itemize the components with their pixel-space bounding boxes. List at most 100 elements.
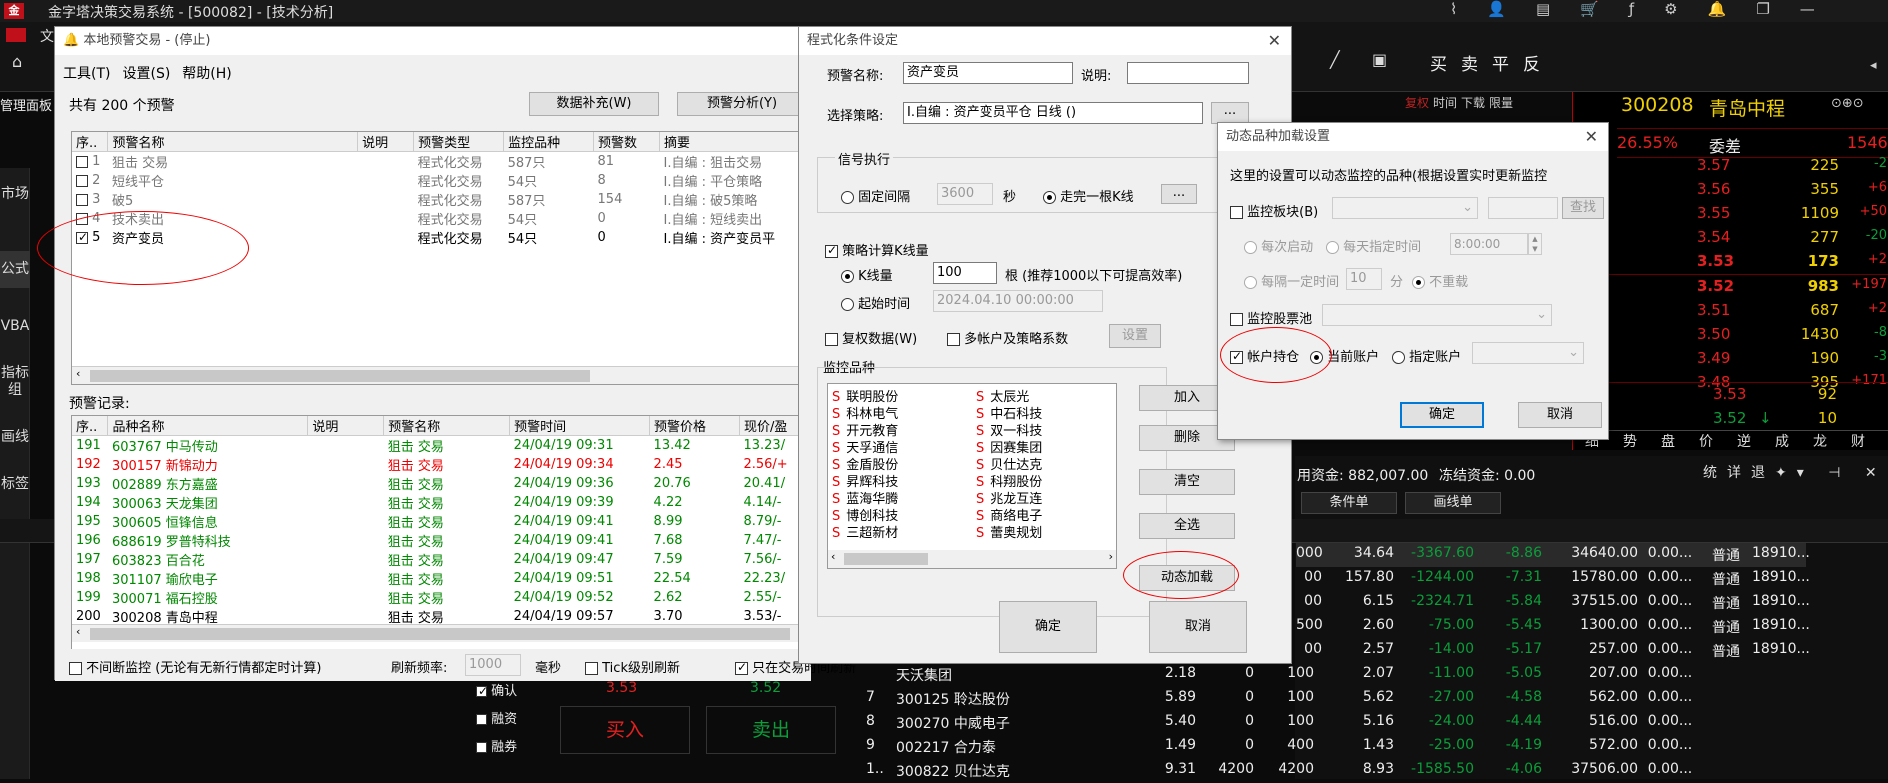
rz-check[interactable]: 融资: [476, 708, 517, 727]
desc-input[interactable]: [1127, 62, 1249, 84]
tab-download[interactable]: 下载: [1461, 96, 1485, 110]
strategy-input[interactable]: I.自编 : 资产变员平仓 日线 (): [903, 102, 1203, 124]
alert-col-header[interactable]: 预警名称: [107, 132, 359, 152]
select-all-button[interactable]: 全选: [1139, 513, 1235, 539]
confirm-check[interactable]: 确认: [476, 680, 517, 699]
record-col-header[interactable]: 品种名称: [107, 416, 309, 436]
pool-check[interactable]: 监控股票池: [1230, 308, 1312, 327]
clear-button[interactable]: 清空: [1139, 469, 1235, 495]
stock-item[interactable]: S 双一科技: [976, 420, 1042, 439]
stock-item[interactable]: S 贝仕达克: [976, 454, 1042, 473]
tab-fuquan[interactable]: 复权: [1405, 96, 1429, 110]
fq-check[interactable]: 复权数据(W): [825, 328, 917, 347]
close-icon[interactable]: ✕: [1268, 31, 1281, 50]
record-col-header[interactable]: 预警价格: [649, 416, 740, 436]
record-row[interactable]: 198 301107 瑜欣电子 狙击 交易 24/04/19 09:51 22.54 22…: [72, 569, 812, 588]
quote-level[interactable]: 3.52 983 +197: [1573, 275, 1888, 299]
sidebar-item-tags[interactable]: 标签: [0, 476, 30, 493]
stock-item[interactable]: S 三超新材: [832, 522, 898, 541]
data-fill-button[interactable]: 数据补充(W): [529, 92, 659, 116]
stock-item[interactable]: S 蕾奥规划: [976, 522, 1042, 541]
dyn-ok-button[interactable]: 确定: [1400, 402, 1484, 428]
stock-item[interactable]: S 中石科技: [976, 403, 1042, 422]
stock-item[interactable]: S 联明股份: [832, 386, 898, 405]
record-row[interactable]: 197 603823 百合花 狙击 交易 24/04/19 09:47 7.59 7.56…: [72, 550, 812, 569]
record-row[interactable]: 193 002889 东方嘉盛 狙击 交易 24/04/19 09:36 20.76 20…: [72, 474, 812, 493]
alert-row-check[interactable]: 3: [72, 190, 108, 209]
menu-tools[interactable]: 工具(T): [63, 66, 110, 82]
cart-icon[interactable]: 🛒: [1580, 0, 1599, 18]
sidebar-item-vba[interactable]: VBA: [0, 318, 30, 335]
interval-radio[interactable]: 每隔一定时间: [1244, 271, 1339, 290]
home-icon[interactable]: ⌂: [12, 52, 22, 71]
kcount-input[interactable]: 100: [933, 262, 997, 284]
start-time-input[interactable]: 2024.04.10 00:00:00: [933, 290, 1103, 312]
alert-row[interactable]: 2 短线平仓 程式化交易 54只 8 I.自编 : 平仓策略: [72, 171, 812, 190]
alert-col-header[interactable]: 预警数: [593, 132, 660, 152]
cancel-button[interactable]: 取消: [1149, 601, 1247, 653]
record-row[interactable]: 199 300071 福石控股 狙击 交易 24/04/19 09:52 2.62 2.5…: [72, 588, 812, 607]
account-select[interactable]: ⌄: [1472, 342, 1584, 364]
stock-item[interactable]: S 科翔股份: [976, 471, 1042, 490]
alert-row[interactable]: 3 破5 程式化交易 587只 154 I.自编 : 破5策略: [72, 190, 812, 209]
record-row[interactable]: 191 603767 中马传动 狙击 交易 24/04/19 09:31 13.42 13…: [72, 436, 812, 455]
sidebar-item-formula[interactable]: 公式: [0, 251, 30, 288]
record-row[interactable]: 195 300605 恒锋信息 狙击 交易 24/04/19 09:41 8.99 8.7…: [72, 512, 812, 531]
tool-close[interactable]: 平: [1492, 55, 1523, 75]
tab-condition-order[interactable]: 条件单: [1301, 492, 1397, 514]
stock-item[interactable]: S 太辰光: [976, 386, 1042, 405]
ok-button[interactable]: 确定: [999, 601, 1097, 653]
alert-hscroll[interactable]: ‹: [72, 366, 812, 384]
signal-more-button[interactable]: ...: [1161, 184, 1197, 204]
tool-reverse[interactable]: 反: [1523, 55, 1554, 75]
interval-input[interactable]: 3600: [937, 183, 993, 205]
menu-settings[interactable]: 设置(S): [122, 66, 170, 82]
stock-item[interactable]: S 开元教育: [832, 420, 898, 439]
bell-icon[interactable]: 🔔: [1708, 0, 1727, 18]
alert-col-header[interactable]: 说明: [357, 132, 415, 152]
kcount-radio[interactable]: K线量: [841, 265, 893, 284]
quote-level[interactable]: 3.51 687 +2: [1573, 299, 1888, 323]
close-icon[interactable]: ✕: [1585, 127, 1598, 146]
minimize-icon[interactable]: —: [1800, 0, 1815, 18]
quote-bottom-tab[interactable]: 势: [1611, 431, 1649, 451]
alert-row-check[interactable]: 2: [72, 171, 108, 190]
tab-limit[interactable]: 限量: [1489, 96, 1513, 110]
multi-account-check[interactable]: 多帐户及策略系数: [947, 328, 1068, 347]
record-col-header[interactable]: 说明: [307, 416, 385, 436]
quote-bottom-tab[interactable]: 逆: [1725, 431, 1763, 451]
no-reload-radio[interactable]: 不重载: [1412, 271, 1468, 290]
exit-button[interactable]: 退: [1751, 465, 1775, 481]
interval-min-input[interactable]: 10: [1346, 268, 1382, 290]
sell-button[interactable]: 卖出: [706, 706, 836, 754]
python-icon[interactable]: ⚙: [1664, 0, 1677, 18]
quote-bottom-tab[interactable]: 盘: [1649, 431, 1687, 451]
view-button[interactable]: 查找: [1562, 197, 1604, 219]
quote-bottom-tab[interactable]: 龙: [1801, 431, 1839, 451]
rq-check[interactable]: 融券: [476, 736, 517, 755]
formula-icon[interactable]: ƒ: [1629, 0, 1634, 18]
alert-row-check[interactable]: 1: [72, 152, 108, 172]
alert-col-header[interactable]: 序..: [72, 132, 109, 152]
quote-level[interactable]: 3.53 173 +2: [1573, 250, 1888, 274]
time-input[interactable]: 8:00:00: [1450, 233, 1528, 255]
sidebar-item-market[interactable]: 市场: [0, 186, 30, 203]
quote-level[interactable]: 3.54 277 -20: [1573, 226, 1888, 250]
alert-col-header[interactable]: 预警类型: [413, 132, 505, 152]
wifi-icon[interactable]: ⌇: [1450, 0, 1457, 18]
settings-button[interactable]: 设置: [1109, 324, 1161, 348]
stock-item[interactable]: S 兆龙互连: [976, 488, 1042, 507]
record-col-header[interactable]: 序..: [72, 416, 109, 436]
stock-item[interactable]: S 博创科技: [832, 505, 898, 524]
specified-account-radio[interactable]: 指定账户: [1392, 346, 1461, 365]
record-hscroll[interactable]: ‹: [72, 624, 812, 642]
nonstop-check[interactable]: 不间断监控 (无论有无新行情都定时计算): [69, 657, 321, 676]
sidebar-item-drawing[interactable]: 画线: [0, 429, 30, 446]
pin-icon[interactable]: ✦▾ ⊣ ✕: [1775, 465, 1887, 481]
each-day-radio[interactable]: 每天指定时间: [1326, 236, 1421, 255]
quote-level[interactable]: 3.57 225 -2: [1573, 154, 1888, 178]
dyn-cancel-button[interactable]: 取消: [1518, 402, 1602, 428]
stock-item[interactable]: S 天孚通信: [832, 437, 898, 456]
freq-input[interactable]: 1000: [465, 654, 521, 676]
quote-tool-icons[interactable]: ⊙⊕⊙: [1831, 96, 1864, 111]
